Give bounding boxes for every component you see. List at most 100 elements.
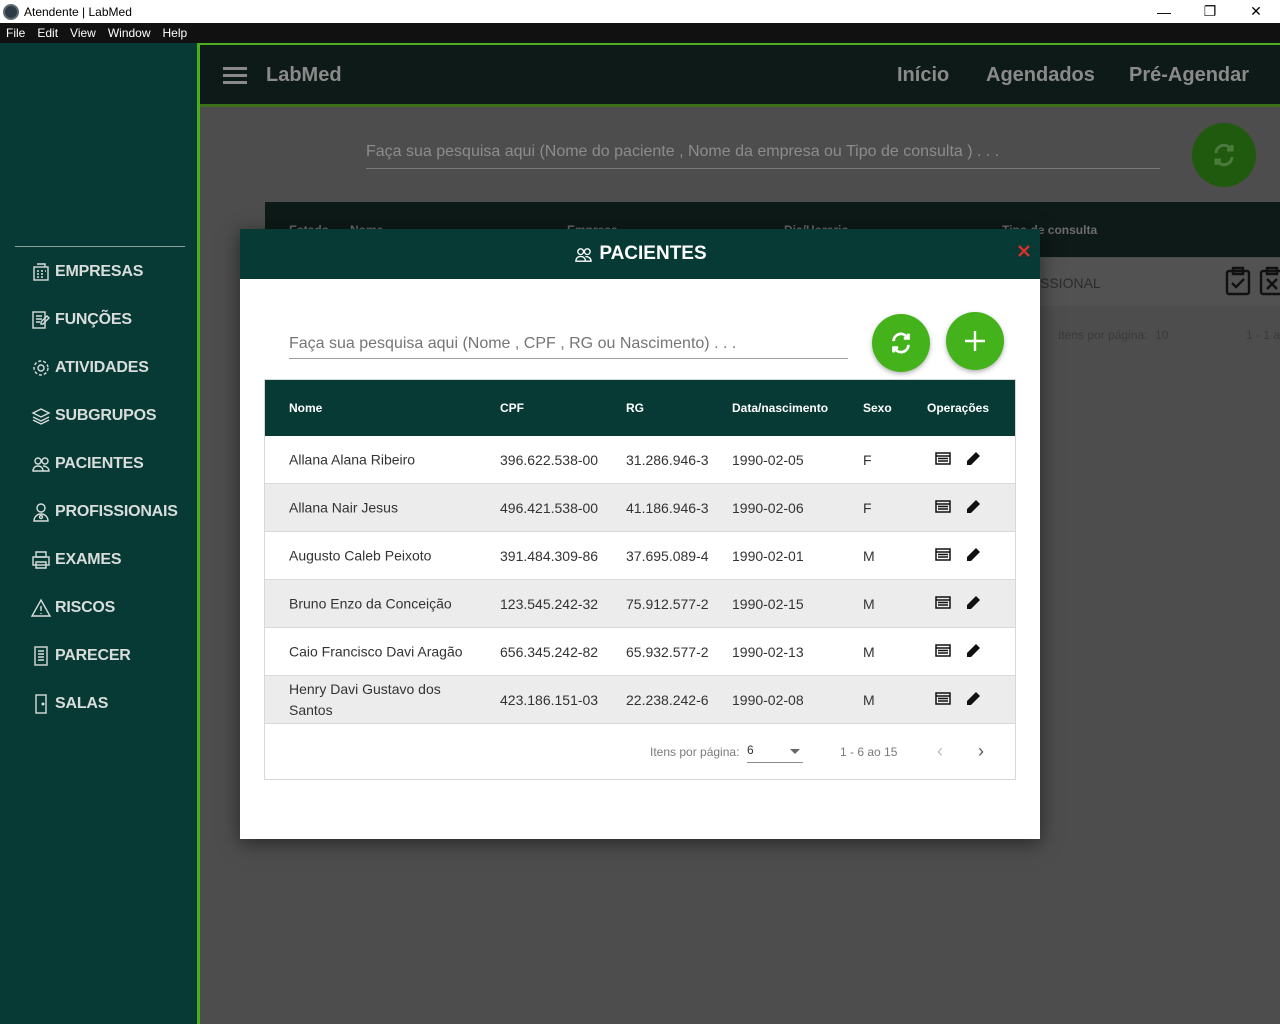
sidebar-item-exames[interactable]: EXAMES — [30, 545, 122, 575]
table-row[interactable]: Henry Davi Gustavo dos Santos 423.186.15… — [265, 676, 1015, 724]
row-name: Bruno Enzo da Conceição — [289, 595, 452, 611]
edit-pencil-icon[interactable] — [964, 690, 981, 707]
add-patient-button[interactable] — [946, 312, 1004, 370]
row-sex: M — [863, 548, 875, 564]
nav-agendados[interactable]: Agendados — [986, 64, 1095, 87]
table-row[interactable]: Bruno Enzo da Conceição 123.545.242-32 7… — [265, 580, 1015, 628]
sidebar-item-riscos[interactable]: RISCOS — [30, 593, 115, 623]
menu-window[interactable]: Window — [102, 26, 157, 40]
sidebar-item-label: PACIENTES — [55, 455, 144, 472]
maximize-button[interactable]: ❐ — [1187, 0, 1233, 23]
details-card-icon[interactable] — [934, 594, 951, 611]
dialog-title: PACIENTES — [599, 243, 707, 264]
next-page-button[interactable]: › — [978, 741, 984, 762]
pacientes-dialog: PACIENTES Nome CPF RG Data/nascimento Se… — [240, 229, 1040, 839]
menu-edit[interactable]: Edit — [31, 26, 64, 40]
warning-icon — [30, 597, 52, 619]
row-operations — [934, 450, 981, 467]
sidebar-item-label: PARECER — [55, 647, 131, 664]
sidebar-item-parecer[interactable]: PARECER — [30, 641, 131, 671]
background-refresh-button[interactable] — [1192, 123, 1256, 187]
row-name: Caio Francisco Davi Aragão — [289, 643, 463, 659]
sidebar-item-salas[interactable]: SALAS — [30, 689, 108, 719]
clipboard-check-icon[interactable] — [1225, 266, 1251, 296]
menu-help[interactable]: Help — [157, 26, 194, 40]
row-birth: 1990-02-15 — [732, 596, 804, 612]
gear-icon — [30, 357, 52, 379]
clipboard-x-icon[interactable] — [1259, 266, 1280, 296]
details-card-icon[interactable] — [934, 498, 951, 515]
bg-paginator-range: 1 - 1 a — [1246, 328, 1280, 342]
details-card-icon[interactable] — [934, 546, 951, 563]
menu-view[interactable]: View — [64, 26, 102, 40]
row-rg: 75.912.577-2 — [626, 596, 709, 612]
edit-pencil-icon[interactable] — [964, 450, 981, 467]
window-close-button[interactable]: ✕ — [1233, 0, 1279, 23]
row-rg: 31.286.946-3 — [626, 452, 709, 468]
details-card-icon[interactable] — [934, 642, 951, 659]
sidebar-item-pacientes[interactable]: PACIENTES — [30, 449, 144, 479]
menu-icon[interactable] — [223, 67, 247, 85]
menu-file[interactable]: File — [0, 26, 31, 40]
sidebar-item-empresas[interactable]: EMPRESAS — [30, 257, 143, 287]
sidebar-item-atividades[interactable]: ATIVIDADES — [30, 353, 149, 383]
nav-inicio[interactable]: Início — [897, 64, 949, 87]
table-row[interactable]: Allana Nair Jesus 496.421.538-00 41.186.… — [265, 484, 1015, 532]
row-cpf: 656.345.242-82 — [500, 644, 599, 660]
app-icon — [3, 3, 19, 20]
plus-icon — [965, 331, 985, 351]
sidebar-item-label: FUNÇÕES — [55, 311, 132, 328]
layers-icon — [30, 405, 52, 427]
refresh-button[interactable] — [872, 314, 930, 372]
sidebar-item-subgrupos[interactable]: SUBGRUPOS — [30, 401, 157, 431]
row-cpf: 391.484.309-86 — [500, 548, 599, 564]
row-cpf: 496.421.538-00 — [500, 500, 599, 516]
minimize-button[interactable]: — — [1141, 0, 1187, 23]
window-titlebar: Atendente | LabMed — ❐ ✕ — [0, 0, 1280, 23]
edit-pencil-icon[interactable] — [964, 546, 981, 563]
col-cpf: CPF — [500, 401, 524, 415]
sidebar-item-profissionais[interactable]: PROFISSIONAIS — [30, 497, 178, 527]
printer-icon — [30, 549, 52, 571]
page-size-select[interactable]: 6 — [747, 743, 803, 763]
table-row[interactable]: Augusto Caleb Peixoto 391.484.309-86 37.… — [265, 532, 1015, 580]
row-name: Allana Alana Ribeiro — [289, 451, 416, 467]
sidebar: EMPRESAS FUNÇÕES ATIVIDADES SUBGRUPOS PA… — [0, 43, 197, 1024]
top-header: LabMed Início Agendados Pré-Agendar — [200, 43, 1280, 107]
bg-paginator-select[interactable]: 10 — [1155, 328, 1168, 342]
chevron-down-icon — [790, 749, 800, 754]
nav-pre-agendar[interactable]: Pré-Agendar — [1129, 64, 1249, 87]
dialog-close-button[interactable] — [1017, 244, 1031, 258]
row-sex: F — [863, 500, 872, 516]
background-search-input[interactable]: Faça sua pesquisa aqui (Nome do paciente… — [366, 143, 1160, 169]
row-operations — [934, 690, 981, 707]
row-sex: F — [863, 452, 872, 468]
edit-pencil-icon[interactable] — [964, 642, 981, 659]
close-icon — [1018, 245, 1030, 257]
table-row[interactable]: Caio Francisco Davi Aragão 656.345.242-8… — [265, 628, 1015, 676]
edit-pencil-icon[interactable] — [964, 498, 981, 515]
bg-paginator-label: Itens por página: — [1058, 328, 1148, 342]
edit-pencil-icon[interactable] — [964, 594, 981, 611]
row-rg: 37.695.089-4 — [626, 548, 709, 564]
row-birth: 1990-02-06 — [732, 500, 804, 516]
previous-page-button[interactable]: ‹ — [937, 741, 943, 762]
dialog-header: PACIENTES — [240, 229, 1040, 279]
doctor-icon — [30, 501, 52, 523]
patient-search-input[interactable] — [289, 329, 848, 359]
row-birth: 1990-02-08 — [732, 692, 804, 708]
door-icon — [30, 693, 52, 715]
bg-row-type: SSIONAL — [1040, 275, 1101, 291]
row-operations — [934, 594, 981, 611]
col-data-nascimento: Data/nascimento — [732, 401, 829, 415]
row-birth: 1990-02-05 — [732, 452, 804, 468]
sidebar-item-label: RISCOS — [55, 599, 116, 616]
details-card-icon[interactable] — [934, 450, 951, 467]
sidebar-item-funcoes[interactable]: FUNÇÕES — [30, 305, 132, 335]
paginator: Itens por página: 6 1 - 6 ao 15 ‹ › — [265, 724, 1015, 779]
details-card-icon[interactable] — [934, 690, 951, 707]
col-operacoes: Operações — [927, 401, 990, 415]
paginator-range: 1 - 6 ao 15 — [840, 745, 898, 759]
row-sex: M — [863, 692, 875, 708]
table-row[interactable]: Allana Alana Ribeiro 396.622.538-00 31.2… — [265, 436, 1015, 484]
